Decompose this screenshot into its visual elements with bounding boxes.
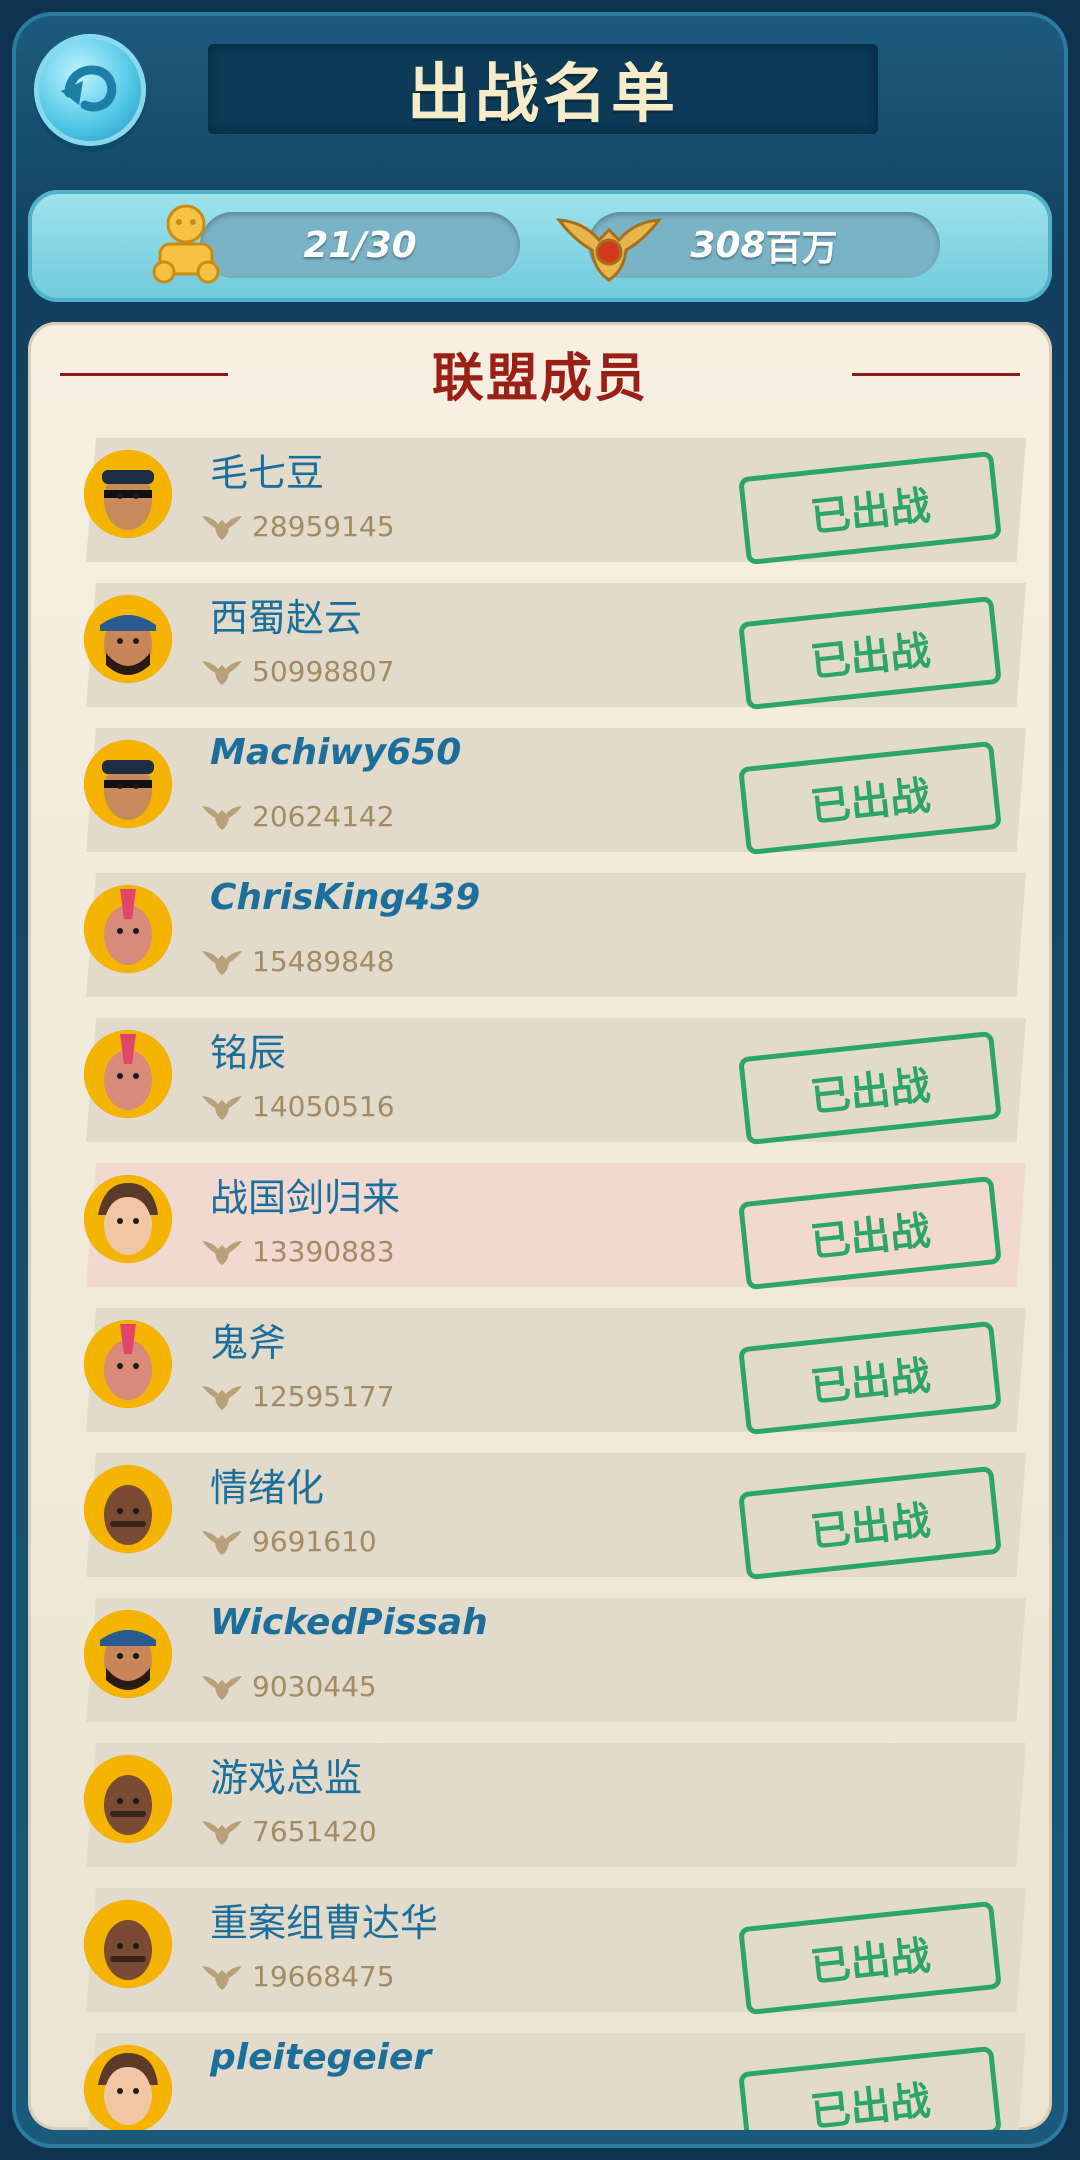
mohawk-avatar[interactable] (84, 1030, 172, 1118)
member-row[interactable]: ChrisKing439 15489848 (28, 865, 1052, 1010)
member-power-value: 20624142 (252, 799, 395, 833)
page-title: 出战名单 (407, 58, 679, 132)
bandana-bearded-avatar[interactable] (84, 1610, 172, 1698)
member-name: 重案组曹达华 (210, 1901, 439, 1945)
member-power: 15489848 (198, 943, 395, 979)
member-power: 20624142 (198, 798, 395, 834)
woman-avatar[interactable] (84, 2045, 172, 2130)
section-title: 联盟成员 (431, 348, 648, 409)
members-panel: 联盟成员 毛七豆 28959145 已出战 西蜀赵云 50998807 已出战 Mach… (28, 322, 1052, 2130)
title-banner: 出战名单 (208, 44, 878, 134)
member-name: 情绪化 (210, 1466, 325, 1510)
member-power-value: 13390883 (252, 1234, 395, 1268)
member-row[interactable]: Machiwy650 20624142 已出战 (28, 720, 1052, 865)
eagle-emblem-icon (202, 1676, 242, 1700)
member-power: 12595177 (198, 1378, 395, 1414)
section-divider-left (60, 373, 228, 376)
member-row[interactable]: 铭辰 14050516 已出战 (28, 1010, 1052, 1155)
member-row[interactable]: pleitegeier 已出战 (28, 2025, 1052, 2130)
eagle-emblem-icon (202, 1386, 242, 1410)
member-power-value: 50998807 (252, 654, 395, 688)
member-row[interactable]: 游戏总监 7651420 (28, 1735, 1052, 1880)
member-name: 铭辰 (210, 1031, 287, 1075)
eagle-emblem-icon (202, 516, 242, 540)
members-icon (152, 204, 220, 284)
mohawk-avatar[interactable] (84, 885, 172, 973)
member-power: 19668475 (198, 1958, 395, 1994)
member-power-value: 9691610 (252, 1524, 377, 1558)
member-row[interactable]: 鬼斧 12595177 已出战 (28, 1300, 1052, 1445)
member-power: 14050516 (198, 1088, 395, 1124)
eagle-emblem-icon (202, 1531, 242, 1555)
member-power: 9030445 (198, 1668, 377, 1704)
member-power-value: 14050516 (252, 1089, 395, 1123)
member-row[interactable]: 毛七豆 28959145 已出战 (28, 430, 1052, 575)
pirate-cap-avatar[interactable] (84, 450, 172, 538)
member-power: 28959145 (198, 508, 395, 544)
eagle-emblem-icon (202, 1821, 242, 1845)
section-divider-right (852, 373, 1020, 376)
pirate-cap-avatar[interactable] (84, 740, 172, 828)
back-button[interactable] (34, 34, 146, 146)
bald-man-avatar[interactable] (84, 1900, 172, 1988)
power-total-value: 308 (690, 224, 766, 266)
eagle-emblem-icon (202, 806, 242, 830)
member-name: pleitegeier (210, 2037, 432, 2078)
member-name: Machiwy650 (210, 732, 462, 773)
mohawk-avatar[interactable] (84, 1320, 172, 1408)
member-power-value: 28959145 (252, 509, 395, 543)
member-row[interactable]: 西蜀赵云 50998807 已出战 (28, 575, 1052, 720)
eagle-emblem-icon (202, 951, 242, 975)
member-power-value: 15489848 (252, 944, 395, 978)
members-count: 21/30 (303, 224, 417, 266)
stats-bar: 21/30 308 百万 (28, 190, 1052, 302)
member-name: 毛七豆 (210, 451, 325, 495)
member-power-value: 7651420 (252, 1814, 377, 1848)
member-name: ChrisKing439 (210, 877, 481, 918)
member-row[interactable]: 重案组曹达华 19668475 已出战 (28, 1880, 1052, 2025)
member-power: 7651420 (198, 1813, 377, 1849)
member-name: 西蜀赵云 (210, 596, 363, 640)
eagle-emblem-icon (555, 218, 663, 282)
member-row[interactable]: WickedPissah 9030445 (28, 1590, 1052, 1735)
member-power-value: 9030445 (252, 1669, 377, 1703)
bandana-bearded-avatar[interactable] (84, 595, 172, 683)
member-name: 游戏总监 (210, 1756, 363, 1800)
eagle-emblem-icon (202, 1241, 242, 1265)
bald-man-avatar[interactable] (84, 1755, 172, 1843)
member-power-value: 19668475 (252, 1959, 395, 1993)
member-power-value: 12595177 (252, 1379, 395, 1413)
member-power: 50998807 (198, 653, 395, 689)
bald-man-avatar[interactable] (84, 1465, 172, 1553)
member-row[interactable]: 战国剑归来 13390883 已出战 (28, 1155, 1052, 1300)
eagle-emblem-icon (202, 661, 242, 685)
member-name: 战国剑归来 (210, 1176, 401, 1220)
member-name: WickedPissah (210, 1602, 488, 1643)
eagle-emblem-icon (202, 1096, 242, 1120)
woman-avatar[interactable] (84, 1175, 172, 1263)
power-total-unit: 百万 (765, 228, 838, 269)
members-count-pill: 21/30 (200, 212, 520, 278)
member-power: 9691610 (198, 1523, 377, 1559)
member-power: 13390883 (198, 1233, 395, 1269)
eagle-emblem-icon (202, 1966, 242, 1990)
section-header: 联盟成员 (28, 340, 1052, 409)
member-name: 鬼斧 (210, 1321, 287, 1365)
back-arrow-icon (61, 65, 117, 112)
member-row[interactable]: 情绪化 9691610 已出战 (28, 1445, 1052, 1590)
